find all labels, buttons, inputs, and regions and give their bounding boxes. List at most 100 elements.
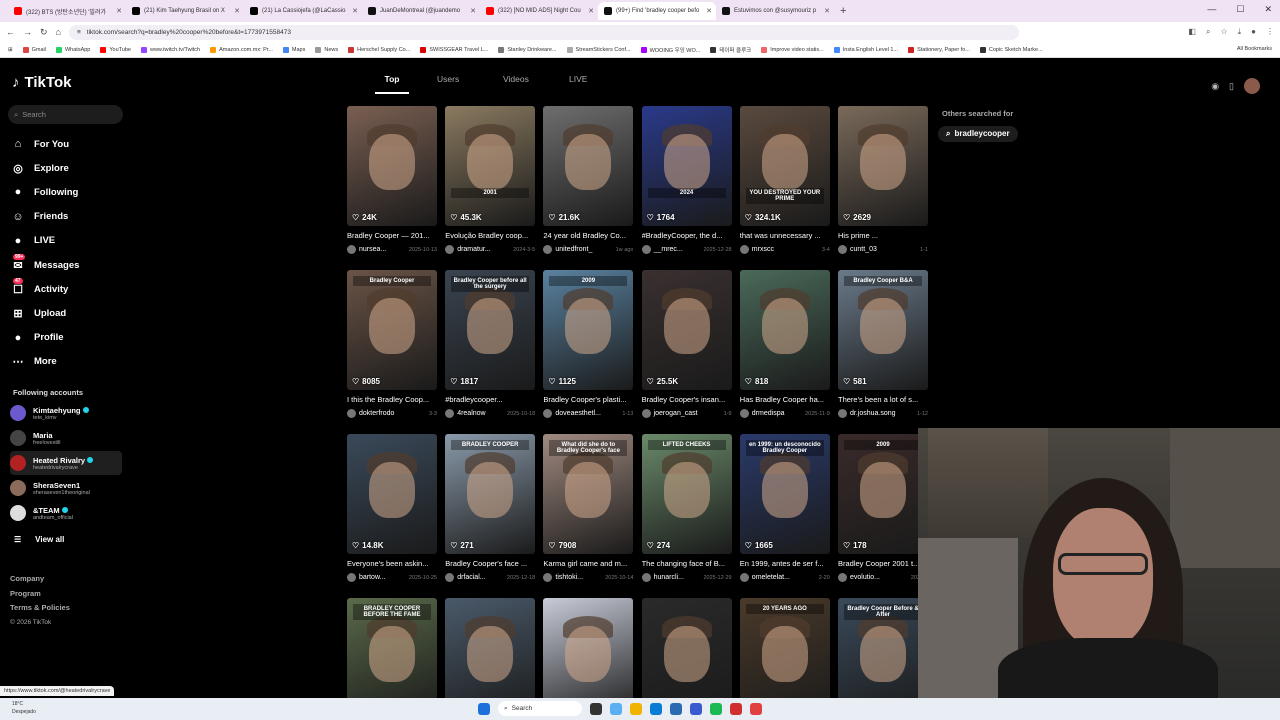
video-author[interactable]: cuntt_03 bbox=[850, 246, 877, 253]
user-avatar[interactable] bbox=[1244, 78, 1260, 94]
bookmark-item[interactable]: WOOING 우잉 WO... bbox=[640, 46, 700, 54]
bookmark-item[interactable]: Improve video statis... bbox=[761, 46, 824, 53]
video-thumbnail[interactable]: ♡ 24K bbox=[347, 106, 437, 226]
file-explorer-icon[interactable] bbox=[630, 702, 642, 715]
video-title[interactable]: Has Bradley Cooper ha... bbox=[740, 395, 830, 404]
video-title[interactable]: There's been a lot of s... bbox=[838, 395, 928, 404]
video-title[interactable]: I this the Bradley Coop... bbox=[347, 395, 437, 404]
close-tab-icon[interactable]: ✕ bbox=[116, 7, 122, 15]
video-card[interactable]: BRADLEY COOPER ♡ 271 Bradley Cooper's face … bbox=[445, 434, 536, 582]
browser-tab[interactable]: (322) BTS (방탄소년단) '빌려가 ✕ bbox=[8, 2, 126, 20]
bookmark-item[interactable]: Stanley Drinkware... bbox=[498, 46, 557, 53]
browser-tab[interactable]: (99+) Find 'bradley cooper befo ✕ bbox=[598, 2, 716, 20]
video-thumbnail[interactable]: ♡ 2629 bbox=[838, 106, 928, 226]
sidebar-item-more[interactable]: ⋯ More bbox=[10, 350, 130, 374]
video-title[interactable]: Karma girl came and m... bbox=[543, 559, 633, 568]
edge-icon[interactable] bbox=[650, 702, 662, 715]
video-title[interactable]: 24 year old Bradley Co... bbox=[543, 231, 633, 240]
video-author[interactable]: unitedfront_ bbox=[555, 246, 592, 253]
avatar[interactable] bbox=[838, 409, 847, 418]
task-view-icon[interactable] bbox=[590, 702, 602, 715]
browser-tab[interactable]: (322) [NO MID ADS] Night Cou ✕ bbox=[480, 2, 598, 20]
browser-tab[interactable]: JuanDeMontreal (@juandemo ✕ bbox=[362, 2, 480, 20]
video-author[interactable]: mrxscc bbox=[752, 246, 774, 253]
avatar[interactable] bbox=[445, 245, 455, 254]
video-card[interactable]: en 1999: un desconocido Bradley Cooper ♡ 1… bbox=[739, 434, 830, 582]
video-title[interactable]: Bradley Cooper's plasti... bbox=[543, 395, 633, 404]
video-thumbnail[interactable]: ♡ 14.8K bbox=[347, 434, 437, 554]
video-thumbnail[interactable]: 2001 ♡ 45.3K bbox=[445, 106, 536, 226]
followed-account[interactable]: Kimtaehyung tete_kimv bbox=[10, 401, 122, 425]
video-thumbnail[interactable]: 2009 ♡ 1125 bbox=[543, 270, 634, 390]
video-author[interactable]: doveaesthetl... bbox=[555, 410, 601, 417]
footer-program[interactable]: Program bbox=[10, 587, 70, 602]
avatar[interactable] bbox=[543, 409, 553, 418]
close-tab-icon[interactable]: ✕ bbox=[470, 7, 476, 15]
close-tab-icon[interactable]: ✕ bbox=[234, 7, 240, 15]
sidebar-item-friends[interactable]: ☺ Friends bbox=[10, 205, 130, 229]
minimize-icon[interactable]: — bbox=[1207, 4, 1216, 15]
avatar[interactable] bbox=[347, 409, 356, 418]
video-author[interactable]: evolutio... bbox=[850, 574, 880, 581]
avatar[interactable] bbox=[739, 573, 749, 582]
video-card[interactable]: Bradley Cooper before all the surgery ♡ 18… bbox=[445, 270, 536, 418]
avatar[interactable] bbox=[445, 409, 455, 418]
bookmark-item[interactable]: News bbox=[315, 46, 338, 53]
close-tab-icon[interactable]: ✕ bbox=[588, 7, 594, 15]
profile-avatar-icon[interactable]: ● bbox=[1251, 27, 1256, 37]
video-author[interactable]: tishtoki... bbox=[555, 574, 583, 581]
video-title[interactable]: En 1999, antes de ser f... bbox=[740, 559, 830, 568]
sidebar-item-upload[interactable]: ⊞ Upload bbox=[10, 301, 130, 325]
video-thumbnail[interactable]: en 1999: un desconocido Bradley Cooper ♡ 1… bbox=[739, 434, 830, 554]
close-window-icon[interactable]: ✕ bbox=[1264, 4, 1272, 15]
video-thumbnail[interactable]: Bradley Cooper ♡ 8085 bbox=[347, 270, 437, 390]
browser-menu-icon[interactable]: ⋮ bbox=[1266, 27, 1274, 37]
browser-tab[interactable]: (21) La Cassiojefa (@LaCassio ✕ bbox=[244, 2, 362, 20]
video-card[interactable]: What did she do to Bradley Cooper's face… bbox=[543, 434, 634, 582]
followed-account[interactable]: Maria freelovestill bbox=[10, 426, 122, 450]
video-thumbnail[interactable]: ♡ 818 bbox=[739, 270, 830, 390]
video-card[interactable]: 2001 ♡ 45.3K Evolução Bradley coop... dramat… bbox=[445, 106, 536, 254]
video-thumbnail[interactable]: What did she do to Bradley Cooper's face… bbox=[543, 434, 634, 554]
video-card[interactable]: ♡ 21.6K 24 year old Bradley Co... unitedfro… bbox=[543, 106, 634, 254]
browser-tab[interactable]: Estuvimos con @susymouriz p ✕ bbox=[716, 2, 834, 20]
sidebar-item-explore[interactable]: ◎ Explore bbox=[10, 156, 130, 180]
bookmark-item[interactable]: Copic Sketch Marke... bbox=[979, 46, 1043, 53]
maximize-icon[interactable]: ☐ bbox=[1236, 4, 1244, 15]
sidebar-item-live[interactable]: ● LIVE bbox=[10, 229, 130, 253]
video-author[interactable]: dramatur... bbox=[457, 246, 490, 253]
start-icon[interactable] bbox=[478, 702, 490, 715]
video-card[interactable]: ♡ 25.5K Bradley Cooper's insan... joerogan_… bbox=[641, 270, 732, 418]
video-card[interactable]: ♡ 24K Bradley Cooper — 201... nursea... 2025… bbox=[347, 106, 437, 254]
sidebar-item-profile[interactable]: ● Profile bbox=[10, 326, 130, 350]
suggested-search-chip[interactable]: ⌕ bradleycooper bbox=[938, 126, 1018, 142]
avatar[interactable] bbox=[641, 573, 651, 582]
download-icon[interactable]: ⤓ bbox=[1238, 27, 1242, 37]
video-title[interactable]: Bradley Cooper — 201... bbox=[347, 231, 437, 240]
video-title[interactable]: that was unnecessary ... bbox=[740, 231, 830, 240]
bookmark-item[interactable]: Amazon.com.mx: Pr... bbox=[210, 46, 273, 53]
avatar[interactable] bbox=[838, 245, 847, 254]
close-tab-icon[interactable]: ✕ bbox=[824, 7, 830, 15]
all-bookmarks[interactable]: All Bookmarks bbox=[1237, 46, 1272, 52]
sidebar-item-activity[interactable]: ☐ 47 Activity bbox=[10, 277, 130, 301]
followed-account[interactable]: &TEAM andteam_official bbox=[10, 501, 122, 525]
sidebar-item-messages[interactable]: ✉ 99+ Messages bbox=[10, 253, 130, 277]
video-card[interactable]: 2009 ♡ 1125 Bradley Cooper's plasti... dovea… bbox=[543, 270, 634, 418]
bookmark-item[interactable]: Insta English Level 1... bbox=[833, 46, 898, 53]
bookmark-item[interactable]: Herschel Supply Co... bbox=[348, 46, 410, 53]
footer-terms[interactable]: Terms & Policies bbox=[10, 601, 70, 616]
bookmark-item[interactable]: Stationery, Paper fo... bbox=[908, 46, 970, 53]
avatar[interactable] bbox=[641, 409, 651, 418]
back-icon[interactable]: ← bbox=[6, 27, 15, 37]
video-title[interactable]: Bradley Cooper 2001 t... bbox=[838, 559, 928, 568]
video-thumbnail[interactable]: BRADLEY COOPER ♡ 271 bbox=[445, 434, 536, 554]
video-thumbnail[interactable]: 2024 ♡ 1764 bbox=[641, 106, 732, 226]
new-tab-icon[interactable]: + bbox=[840, 5, 846, 17]
chrome-icon[interactable] bbox=[750, 702, 762, 715]
footer-company[interactable]: Company bbox=[10, 572, 70, 587]
bookmark-item[interactable]: StreamStickers Conf... bbox=[566, 46, 631, 53]
bookmark-item[interactable]: Maps bbox=[282, 46, 305, 53]
video-thumbnail[interactable]: LIFTED CHEEKS ♡ 274 bbox=[641, 434, 732, 554]
site-info-icon[interactable]: ≡ bbox=[77, 29, 81, 36]
